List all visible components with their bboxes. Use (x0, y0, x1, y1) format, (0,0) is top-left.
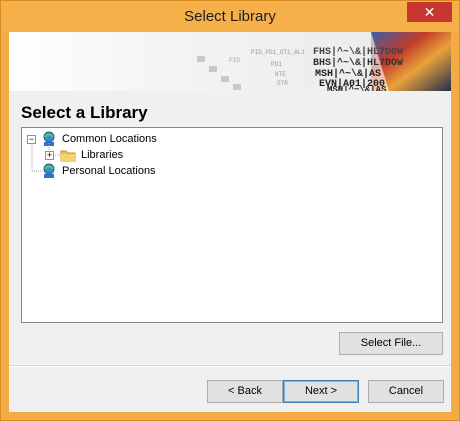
next-button[interactable]: Next > (283, 380, 359, 403)
banner-graphic: FHS|^~\&|HL7DOW BHS|^~\&|HL7DOW MSH|^~\&… (9, 32, 451, 91)
tree-node-label: Personal Locations (62, 165, 156, 177)
library-tree[interactable]: − Common Locations + Libraries Personal … (21, 127, 443, 323)
expand-toggle[interactable]: + (45, 151, 54, 160)
banner-text: PD1 (271, 61, 282, 68)
collapse-toggle[interactable]: − (27, 135, 36, 144)
tree-node-personal-locations[interactable]: Personal Locations (25, 163, 225, 179)
button-divider (9, 365, 451, 367)
back-button[interactable]: < Back (207, 380, 283, 403)
dialog-window: Select Library ✕ FHS|^~\&|HL7DOW BHS|^~\… (0, 0, 460, 421)
close-button[interactable]: ✕ (407, 2, 452, 22)
banner-text: NTE (275, 71, 286, 78)
tree-node-common-locations[interactable]: − Common Locations (25, 131, 225, 147)
network-globe-icon (41, 163, 57, 183)
cancel-button[interactable]: Cancel (368, 380, 444, 403)
page-title: Select a Library (21, 103, 148, 122)
banner-text: PID_PD1_OT1_AL1 (251, 49, 305, 56)
window-title: Select Library (184, 8, 276, 25)
banner-text: OTR (277, 80, 288, 87)
tree-node-label: Common Locations (62, 133, 157, 145)
banner-text: MSH|^~\&|AS (327, 85, 387, 91)
select-file-button[interactable]: Select File... (339, 332, 443, 355)
tree-node-label: Libraries (81, 149, 124, 161)
title-bar[interactable]: Select Library ✕ (1, 1, 459, 32)
banner-text: BHS|^~\&|HL7DOW (313, 57, 403, 69)
banner-text: PID (229, 57, 240, 64)
dialog-body: FHS|^~\&|HL7DOW BHS|^~\&|HL7DOW MSH|^~\&… (9, 32, 451, 412)
banner-text: FHS|^~\&|HL7DOW (313, 46, 403, 58)
tree-node-libraries[interactable]: + Libraries (42, 147, 222, 163)
close-icon: ✕ (423, 4, 436, 20)
header-banner: FHS|^~\&|HL7DOW BHS|^~\&|HL7DOW MSH|^~\&… (9, 32, 451, 91)
